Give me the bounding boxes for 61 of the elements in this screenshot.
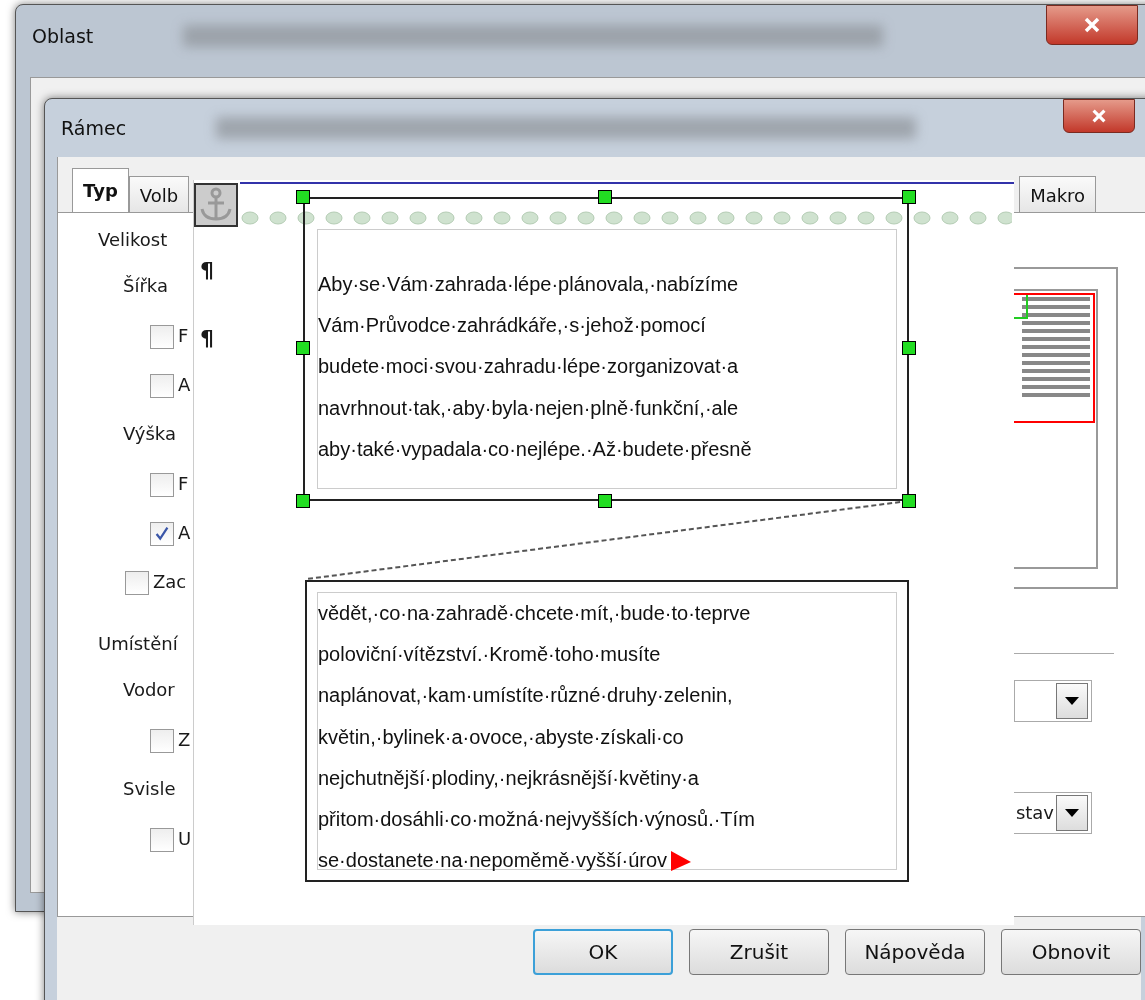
resize-handle[interactable] (902, 341, 916, 355)
resize-handle[interactable] (902, 494, 916, 508)
checkbox[interactable] (150, 472, 174, 497)
dialog-button[interactable]: Zrušit (689, 929, 829, 976)
text-line: navrhnout·tak,·aby·byla·nejen·plně·funkční,·ale (318, 396, 739, 420)
text-line: Vám·Průvodce·zahrádkáře,·s·jehož·pomocí (318, 314, 706, 338)
checkbox-label: Z (178, 728, 191, 750)
tab[interactable]: Makro (1019, 175, 1097, 212)
resize-handle[interactable] (296, 341, 310, 355)
anchor-icon[interactable] (194, 183, 238, 227)
dropdown[interactable] (1014, 679, 1092, 722)
close-button[interactable] (1046, 5, 1138, 45)
check-icon (153, 524, 171, 543)
tab[interactable]: Typ (72, 167, 129, 212)
close-button[interactable] (1063, 99, 1135, 133)
section-label: Velikost (98, 228, 169, 252)
dialog-button[interactable]: Obnovit (1001, 929, 1141, 976)
checkbox-label: Zac (153, 570, 187, 592)
checkbox-label: F (178, 324, 189, 346)
text-line: poloviční·vítězství.·Kromě·toho·musíte (318, 643, 661, 667)
window-title: Rámec (61, 116, 127, 139)
checkbox[interactable] (150, 521, 174, 546)
text-line: naplánovat,·kam·umístíte·různé·druhy·zelenin, (318, 684, 733, 708)
close-icon (1082, 15, 1102, 35)
resize-handle[interactable] (296, 190, 310, 204)
resize-handle[interactable] (296, 494, 310, 508)
resize-handle[interactable] (598, 190, 612, 204)
text-line: budete·moci·svou·zahradu·lépe·zorganizovat·a (318, 355, 739, 379)
section-label: Umístění (98, 632, 179, 656)
field-label: Svisle (123, 777, 177, 801)
checkbox[interactable] (150, 324, 174, 349)
field-label: Vodor (123, 678, 176, 702)
text-line: Aby·se·Vám·zahrada·lépe·plánovala,·nabízíme (318, 273, 739, 297)
text-line: nejchutnější·plodiny,·nejkrásnější·květiny·a (318, 766, 699, 790)
dropdown-value: stav (1015, 802, 1054, 824)
checkbox[interactable] (150, 728, 174, 753)
dialog-button[interactable]: Nápověda (845, 929, 985, 976)
text-line: aby·také·vypadala·co·nejlépe.·Až·budete·přesně (318, 437, 752, 461)
paragraph-mark: ¶ (200, 258, 214, 283)
field-label: Výška (123, 422, 177, 446)
checkbox-label: A (178, 521, 191, 543)
text-line: květin,·bylinek·a·ovoce,·abyste·získali·co (318, 725, 684, 749)
text-line: se·dostanete·na·nepoměmě·vyšší·úrov (318, 849, 668, 873)
text-line: přitom·dosáhli·co·možná·nejvyšších·výnosů.·Tím (318, 808, 755, 832)
text-line: vědět,·co·na·zahradě·chcete·mít,·bude·to·teprve (318, 602, 751, 626)
checkbox[interactable] (150, 373, 174, 398)
close-icon (1090, 107, 1108, 125)
checkbox-label: U (178, 827, 192, 849)
tab[interactable]: Volb (128, 175, 190, 212)
checkbox-label: A (178, 373, 191, 395)
resize-handle[interactable] (902, 190, 916, 204)
checkbox[interactable] (125, 570, 149, 595)
resize-handle[interactable] (598, 494, 612, 508)
checkbox-label: F (178, 472, 189, 494)
field-label: Šířka (123, 274, 169, 298)
checkbox[interactable] (150, 827, 174, 852)
dialog-button[interactable]: OK (533, 929, 673, 976)
text-frame[interactable] (303, 197, 909, 501)
text-frame[interactable] (305, 580, 909, 882)
window-title: Oblast (32, 25, 94, 47)
paragraph-mark: ¶ (200, 326, 214, 351)
